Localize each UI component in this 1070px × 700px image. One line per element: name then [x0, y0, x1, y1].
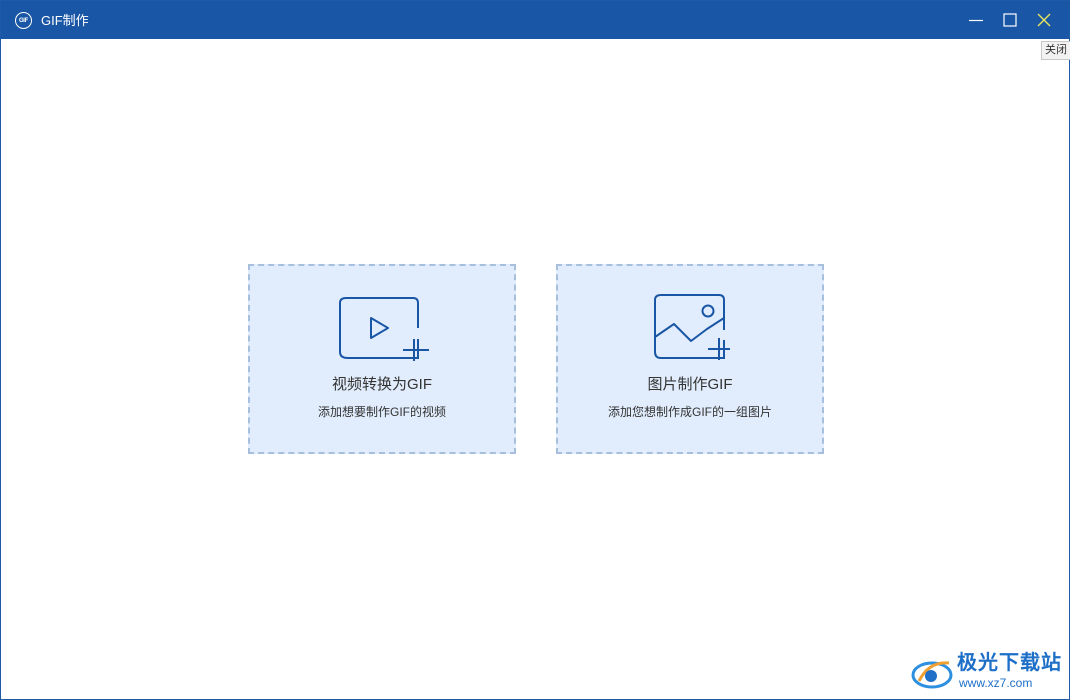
video-to-gif-card[interactable]: 视频转换为GIF 添加想要制作GIF的视频: [248, 264, 516, 454]
card-subtitle: 添加想要制作GIF的视频: [318, 405, 446, 419]
close-icon: [1037, 13, 1051, 27]
maximize-icon: [1003, 13, 1017, 27]
card-title: 图片制作GIF: [647, 376, 733, 393]
maximize-button[interactable]: [993, 1, 1027, 39]
image-add-icon: [654, 294, 730, 360]
minimize-icon: [969, 19, 983, 22]
video-add-icon: [339, 297, 429, 361]
app-window: GIF GIF制作 关闭 视频转换为GIF 添加想要制作GIF的视频 图片制作G…: [0, 0, 1070, 700]
app-icon-text: GIF: [18, 17, 29, 24]
watermark-name: 极光下载站: [957, 652, 1062, 674]
close-tooltip: 关闭: [1041, 41, 1070, 60]
watermark-logo-icon: [911, 661, 953, 689]
window-title: GIF制作: [41, 13, 89, 28]
title-bar[interactable]: GIF GIF制作: [1, 1, 1069, 39]
app-gif-icon: GIF: [15, 12, 32, 29]
minimize-button[interactable]: [959, 1, 993, 39]
card-subtitle: 添加您想制作成GIF的一组图片: [608, 405, 772, 419]
card-title: 视频转换为GIF: [332, 376, 432, 393]
watermark: 极光下载站 www.xz7.com: [909, 651, 1065, 695]
images-to-gif-card[interactable]: 图片制作GIF 添加您想制作成GIF的一组图片: [556, 264, 824, 454]
close-button[interactable]: [1027, 1, 1061, 39]
watermark-url: www.xz7.com: [959, 676, 1033, 690]
